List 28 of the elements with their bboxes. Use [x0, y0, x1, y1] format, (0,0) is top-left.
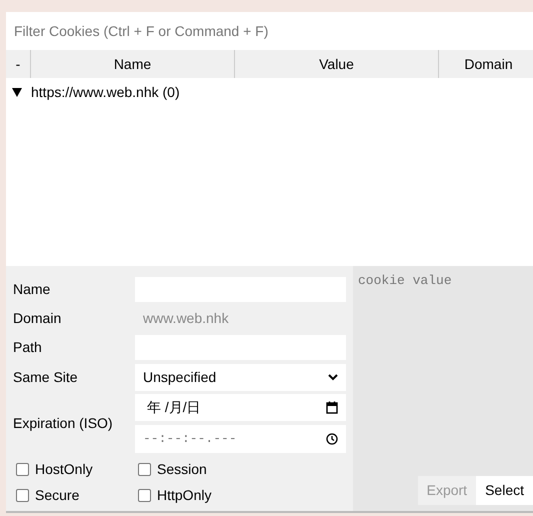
field-label: Path — [13, 338, 43, 356]
select-button[interactable]: Select — [476, 476, 533, 505]
filter-field[interactable]: Filter Cookies (Ctrl + F or Command + F) — [6, 14, 533, 48]
checkbox[interactable] — [138, 463, 151, 476]
checkbox-label: HostOnly — [35, 460, 93, 479]
column-header[interactable]: - — [6, 50, 30, 78]
domain-tree-item[interactable]: https://www.web.nhk (0) — [31, 82, 180, 102]
clock-icon — [326, 433, 338, 445]
domain-value: www.web.nhk — [142, 308, 230, 328]
column-header[interactable]: Value — [234, 50, 438, 78]
calendar-icon — [326, 401, 338, 414]
same-site-select[interactable]: Unspecified — [135, 364, 346, 390]
checkbox-label: Secure — [35, 486, 80, 505]
time-field[interactable]: --:--:--.--- — [135, 425, 346, 453]
checkbox-label: Session — [157, 460, 207, 479]
field-label: Expiration (ISO) — [13, 414, 114, 433]
checkbox-label: HttpOnly — [157, 486, 212, 505]
date-field[interactable]: 年 /月/日 — [135, 394, 346, 421]
field-label: Domain — [13, 308, 62, 328]
expand-triangle-icon[interactable] — [12, 88, 22, 96]
chevron-down-icon — [328, 373, 338, 381]
field-label: Same Site — [13, 368, 79, 386]
checkbox[interactable] — [16, 463, 29, 476]
column-header[interactable]: Domain — [438, 50, 533, 78]
checkbox[interactable] — [16, 489, 29, 502]
checkbox[interactable] — [138, 489, 151, 502]
field-label: Name — [13, 280, 52, 298]
column-header[interactable]: Name — [30, 50, 234, 78]
